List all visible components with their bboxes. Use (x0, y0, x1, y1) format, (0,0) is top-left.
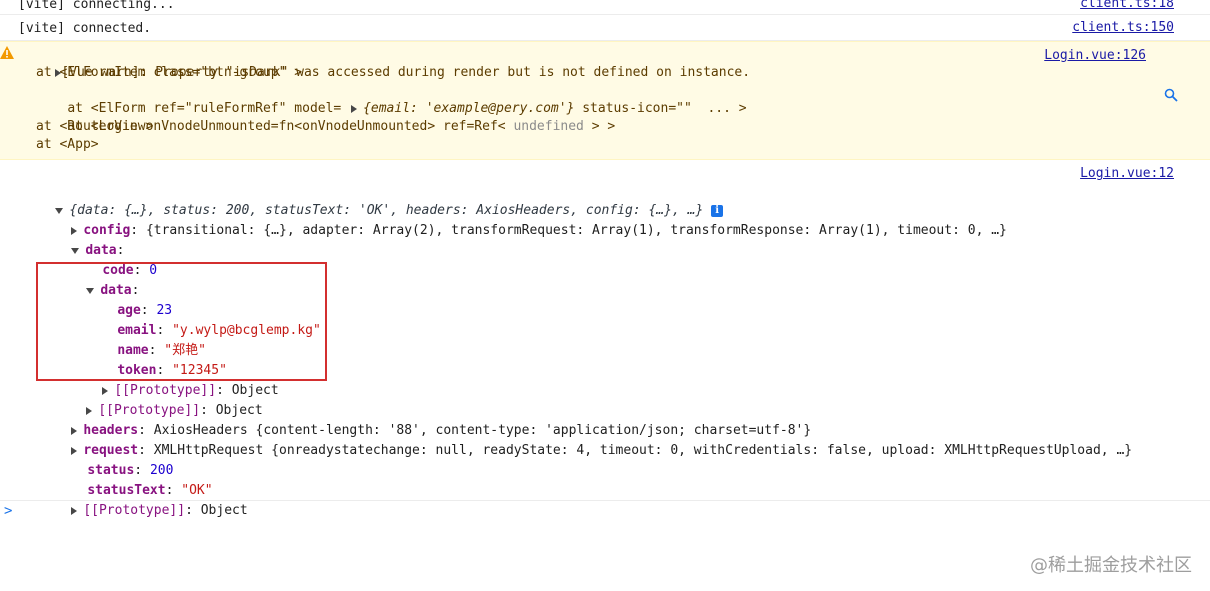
warning-line-5: at <RouterView> (36, 119, 154, 134)
property-prototype-root[interactable]: [[Prototype]]: Object (40, 484, 248, 538)
property-config[interactable]: config: {transitional: {…}, adapter: Arr… (40, 204, 1007, 258)
source-link[interactable]: client.ts:150 (1072, 20, 1174, 35)
console-message-vite-connected: [vite] connected. client.ts:150 (0, 15, 1210, 41)
highlight-box (36, 262, 327, 381)
console-warning: [Vue warn]: Property "isDark" was access… (0, 41, 1210, 160)
source-link[interactable]: client.ts:18 (1080, 0, 1174, 11)
console-prompt[interactable]: > (4, 503, 12, 519)
warning-line-2: at <ElFormItem class="btn-group" > (36, 65, 303, 80)
watermark: @稀土掘金技术社区 (1030, 555, 1192, 576)
message-text: [vite] connecting... (18, 0, 175, 12)
expand-triangle-icon[interactable] (71, 506, 78, 515)
search-icon[interactable] (1164, 88, 1178, 102)
source-link[interactable]: Login.vue:12 (1080, 166, 1174, 181)
source-link[interactable]: Login.vue:126 (1044, 48, 1146, 63)
message-text: [vite] connected. (18, 21, 152, 36)
console-message-vite-connecting: [vite] connecting... client.ts:18 (0, 0, 1210, 15)
warning-line-6: at <App> (36, 137, 99, 152)
warning-icon (0, 46, 14, 59)
